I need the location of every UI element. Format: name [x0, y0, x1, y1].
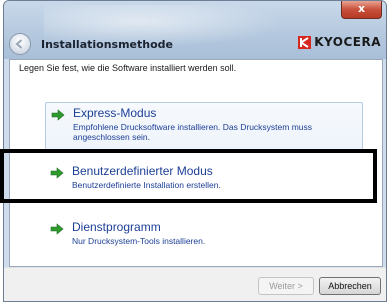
next-button[interactable]: Weiter >: [258, 277, 314, 295]
window-title: Installationsmethode: [41, 38, 173, 51]
option-utility-title: Dienstprogramm: [72, 220, 161, 234]
green-arrow-icon: [50, 223, 64, 235]
footer-bar: Weiter > Abbrechen: [4, 267, 386, 301]
title-bar: x Installationsmethode KYOCERA: [4, 1, 386, 59]
kyocera-logo-mark-icon: [298, 35, 312, 49]
cancel-button[interactable]: Abbrechen: [319, 277, 381, 295]
close-button[interactable]: x: [341, 1, 382, 19]
green-arrow-icon: [51, 109, 65, 121]
back-button[interactable]: [9, 33, 31, 55]
instruction-text: Legen Sie fest, wie die Software install…: [19, 63, 237, 73]
kyocera-logo-text: KYOCERA: [314, 35, 381, 49]
option-utility[interactable]: Dienstprogramm Nur Drucksystem-Tools ins…: [45, 217, 363, 257]
option-utility-description: Nur Drucksystem-Tools installieren.: [72, 236, 206, 246]
kyocera-logo: KYOCERA: [298, 34, 381, 50]
option-express-description: Empfohlene Drucksoftware installieren. D…: [73, 122, 313, 142]
back-arrow-icon: [15, 39, 23, 49]
option-express-mode[interactable]: Express-Modus Empfohlene Drucksoftware i…: [45, 102, 363, 152]
highlight-frame: [0, 149, 377, 203]
option-express-title: Express-Modus: [73, 106, 157, 120]
